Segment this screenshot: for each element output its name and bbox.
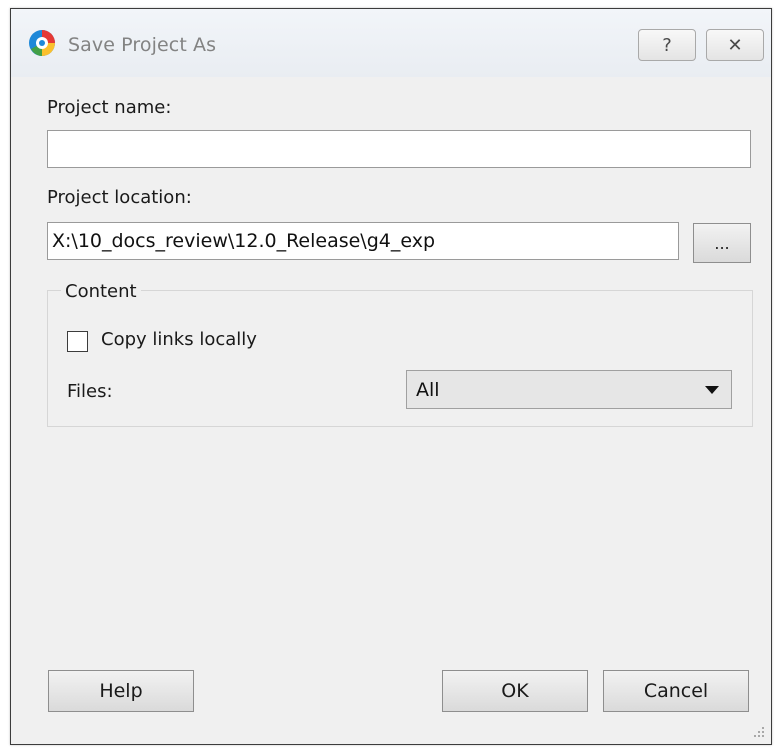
app-logo-icon — [29, 30, 55, 56]
ok-button-label: OK — [501, 680, 529, 702]
project-location-label: Project location: — [47, 187, 192, 208]
question-mark-icon: ? — [662, 34, 672, 56]
ok-button[interactable]: OK — [442, 670, 588, 712]
resize-grip-icon[interactable] — [751, 724, 765, 738]
files-selected-value: All — [416, 378, 440, 401]
cancel-button-label: Cancel — [643, 680, 709, 702]
save-project-as-dialog: Save Project As ? ✕ Project name: Projec… — [10, 8, 772, 745]
copy-links-checkbox[interactable] — [67, 331, 88, 352]
chevron-down-icon — [705, 386, 719, 394]
dialog-titlebar[interactable]: Save Project As ? ✕ — [11, 9, 771, 77]
help-button[interactable]: Help — [48, 670, 194, 712]
titlebar-close-button[interactable]: ✕ — [706, 29, 764, 61]
files-label: Files: — [67, 381, 113, 402]
close-icon: ✕ — [727, 34, 743, 56]
dialog-title: Save Project As — [68, 34, 217, 56]
titlebar-help-button[interactable]: ? — [638, 29, 696, 61]
project-location-input[interactable]: X:\10_docs_review\12.0_Release\g4_exp — [47, 222, 679, 260]
ellipsis-icon: ... — [714, 233, 730, 253]
project-name-input[interactable] — [47, 130, 751, 168]
cancel-button[interactable]: Cancel — [603, 670, 749, 712]
files-dropdown[interactable]: All — [406, 370, 732, 409]
project-name-label: Project name: — [47, 97, 172, 118]
copy-links-label[interactable]: Copy links locally — [101, 329, 257, 350]
browse-location-button[interactable]: ... — [693, 223, 751, 263]
content-group-title: Content — [61, 281, 141, 302]
help-button-label: Help — [99, 680, 143, 702]
